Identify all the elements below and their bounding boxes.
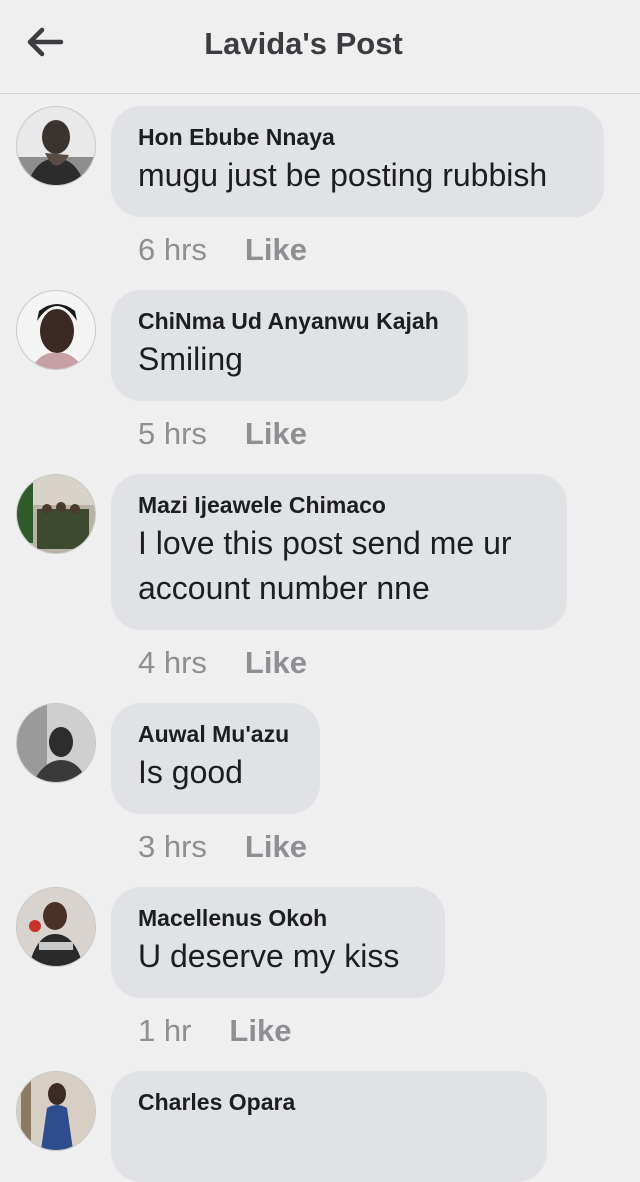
- like-button[interactable]: Like: [229, 1013, 291, 1049]
- comment-author[interactable]: Macellenus Okoh: [138, 904, 417, 932]
- like-button[interactable]: Like: [245, 829, 307, 865]
- comment-text: Smiling: [138, 341, 243, 377]
- like-button[interactable]: Like: [245, 232, 307, 268]
- comment-meta: 3 hrs Like: [138, 829, 307, 865]
- comment-bubble[interactable]: Macellenus Okoh U deserve my kiss: [111, 887, 445, 998]
- avatar[interactable]: [16, 474, 96, 554]
- comment-meta: 5 hrs Like: [138, 416, 307, 452]
- comment-bubble[interactable]: Auwal Mu'azu Is good: [111, 703, 320, 814]
- avatar[interactable]: [16, 106, 96, 186]
- comment-meta: 6 hrs Like: [138, 232, 307, 268]
- comment-meta: 1 hr Like: [138, 1013, 291, 1049]
- comment-time: 6 hrs: [138, 232, 207, 267]
- comment-meta: 4 hrs Like: [138, 645, 307, 681]
- comment-time: 1 hr: [138, 1013, 192, 1048]
- comment-author[interactable]: Charles Opara: [138, 1088, 519, 1116]
- avatar[interactable]: [16, 887, 96, 967]
- comment-text: mugu just be posting rubbish: [138, 157, 548, 193]
- comment-text: Is good: [138, 754, 243, 790]
- top-bar: Lavida's Post: [0, 0, 640, 94]
- page-title: Lavida's Post: [204, 26, 403, 61]
- comment-text: I love this post send me ur: [138, 525, 512, 561]
- comment-text: account number nne: [138, 570, 430, 606]
- comment-author[interactable]: Mazi Ijeawele Chimaco: [138, 491, 539, 519]
- comment-bubble[interactable]: Charles Opara: [111, 1071, 547, 1182]
- comment-bubble[interactable]: Mazi Ijeawele Chimaco I love this post s…: [111, 474, 567, 630]
- comment-author[interactable]: Auwal Mu'azu: [138, 720, 292, 748]
- comment-author[interactable]: Hon Ebube Nnaya: [138, 123, 576, 151]
- comment-time: 3 hrs: [138, 829, 207, 864]
- comment-bubble[interactable]: ChiNma Ud Anyanwu Kajah Smiling: [111, 290, 468, 401]
- comment-time: 5 hrs: [138, 416, 207, 451]
- avatar[interactable]: [16, 290, 96, 370]
- avatar[interactable]: [16, 703, 96, 783]
- comment-bubble[interactable]: Hon Ebube Nnaya mugu just be posting rub…: [111, 106, 604, 217]
- like-button[interactable]: Like: [245, 416, 307, 452]
- comment-text: U deserve my kiss: [138, 938, 400, 974]
- comment-author[interactable]: ChiNma Ud Anyanwu Kajah: [138, 307, 440, 335]
- like-button[interactable]: Like: [245, 645, 307, 681]
- avatar[interactable]: [16, 1071, 96, 1151]
- comment-time: 4 hrs: [138, 645, 207, 680]
